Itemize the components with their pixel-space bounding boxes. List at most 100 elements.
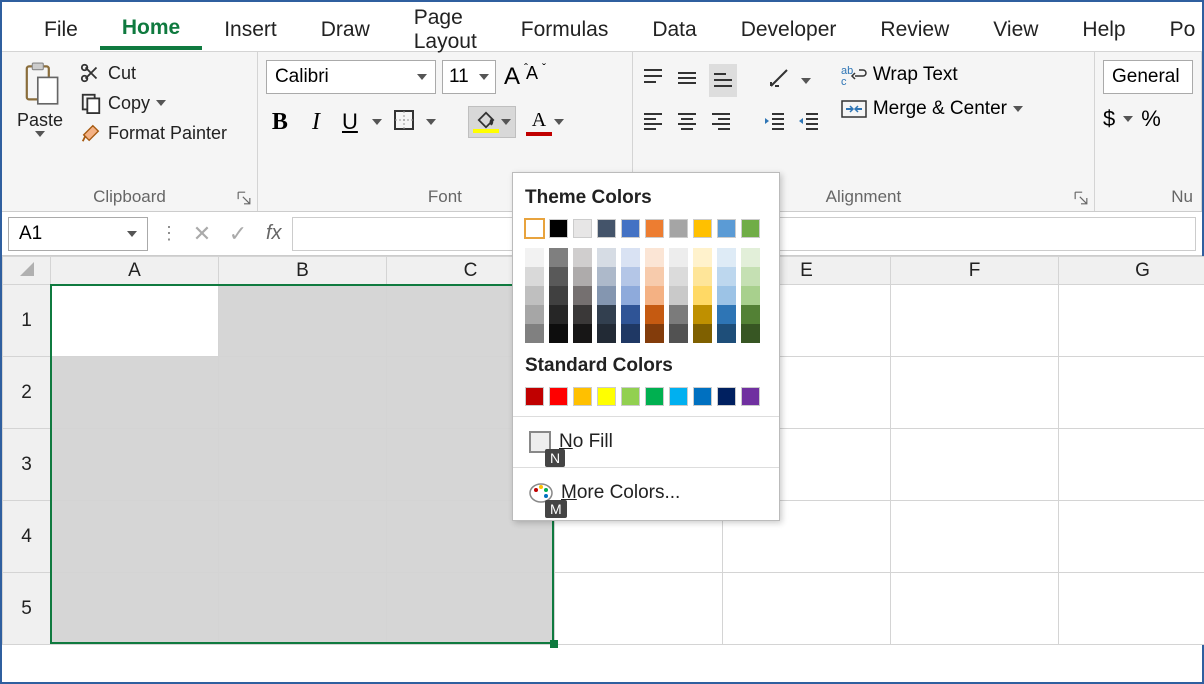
color-swatch[interactable] xyxy=(621,267,640,286)
color-swatch[interactable] xyxy=(693,219,712,238)
tab-help[interactable]: Help xyxy=(1060,12,1147,48)
color-swatch[interactable] xyxy=(669,248,688,267)
cell[interactable] xyxy=(1059,573,1204,645)
row-header[interactable]: 3 xyxy=(3,429,51,501)
tab-view[interactable]: View xyxy=(971,12,1060,48)
color-swatch[interactable] xyxy=(621,286,640,305)
color-swatch[interactable] xyxy=(597,248,616,267)
color-swatch[interactable] xyxy=(525,387,544,406)
merge-center-button[interactable]: Merge & Center xyxy=(841,98,1023,120)
cell[interactable] xyxy=(891,429,1059,501)
tab-file[interactable]: File xyxy=(22,12,100,48)
color-swatch[interactable] xyxy=(741,324,760,343)
color-swatch[interactable] xyxy=(549,248,568,267)
color-swatch[interactable] xyxy=(549,219,568,238)
cell[interactable] xyxy=(723,573,891,645)
dialog-launcher-alignment[interactable] xyxy=(1074,191,1090,207)
font-name-select[interactable]: Calibri xyxy=(266,60,436,94)
decrease-indent-button[interactable] xyxy=(763,109,787,138)
color-swatch[interactable] xyxy=(717,248,736,267)
color-swatch[interactable] xyxy=(573,286,592,305)
borders-button[interactable] xyxy=(392,108,416,137)
color-swatch[interactable] xyxy=(645,267,664,286)
cell[interactable] xyxy=(51,285,219,357)
color-swatch[interactable] xyxy=(525,248,544,267)
column-header[interactable]: G xyxy=(1059,257,1204,285)
color-swatch[interactable] xyxy=(645,219,664,238)
enter-formula-button[interactable]: ✓ xyxy=(220,221,256,247)
color-swatch[interactable] xyxy=(717,219,736,238)
color-swatch[interactable] xyxy=(525,267,544,286)
chevron-down-icon[interactable] xyxy=(372,119,382,125)
tab-review[interactable]: Review xyxy=(858,12,971,48)
bold-button[interactable]: B xyxy=(266,109,294,136)
more-colors-item[interactable]: More Colors... M xyxy=(525,472,767,514)
color-swatch[interactable] xyxy=(549,286,568,305)
align-right-button[interactable] xyxy=(709,109,733,138)
color-swatch[interactable] xyxy=(669,286,688,305)
align-center-button[interactable] xyxy=(675,109,699,138)
cell[interactable] xyxy=(891,573,1059,645)
name-box[interactable]: A1 xyxy=(8,217,148,251)
orientation-button[interactable] xyxy=(767,66,791,95)
tab-developer[interactable]: Developer xyxy=(719,12,859,48)
font-size-select[interactable]: 11 xyxy=(442,60,496,94)
cell[interactable] xyxy=(1059,285,1204,357)
cell[interactable] xyxy=(51,357,219,429)
color-swatch[interactable] xyxy=(549,267,568,286)
color-swatch[interactable] xyxy=(645,286,664,305)
column-header[interactable]: A xyxy=(51,257,219,285)
cell[interactable] xyxy=(1059,501,1204,573)
cell[interactable] xyxy=(219,357,387,429)
tab-data[interactable]: Data xyxy=(630,12,718,48)
color-swatch[interactable] xyxy=(741,305,760,324)
color-swatch[interactable] xyxy=(597,286,616,305)
color-swatch[interactable] xyxy=(573,219,592,238)
color-swatch[interactable] xyxy=(645,387,664,406)
color-swatch[interactable] xyxy=(573,267,592,286)
color-swatch[interactable] xyxy=(717,267,736,286)
color-swatch[interactable] xyxy=(525,324,544,343)
wrap-text-button[interactable]: abc Wrap Text xyxy=(841,64,1023,86)
color-swatch[interactable] xyxy=(741,248,760,267)
fill-handle[interactable] xyxy=(550,640,558,648)
color-swatch[interactable] xyxy=(597,219,616,238)
color-swatch[interactable] xyxy=(621,324,640,343)
color-swatch[interactable] xyxy=(621,248,640,267)
cell[interactable] xyxy=(891,285,1059,357)
color-swatch[interactable] xyxy=(597,305,616,324)
color-swatch[interactable] xyxy=(693,324,712,343)
cell[interactable] xyxy=(51,501,219,573)
color-swatch[interactable] xyxy=(669,305,688,324)
tab-formulas[interactable]: Formulas xyxy=(499,12,631,48)
color-swatch[interactable] xyxy=(741,286,760,305)
cell[interactable] xyxy=(51,573,219,645)
cell[interactable] xyxy=(219,573,387,645)
row-header[interactable]: 4 xyxy=(3,501,51,573)
align-left-button[interactable] xyxy=(641,109,665,138)
align-middle-button[interactable] xyxy=(675,66,699,95)
chevron-down-icon[interactable] xyxy=(1123,116,1133,122)
cell[interactable] xyxy=(387,573,555,645)
chevron-down-icon[interactable] xyxy=(426,119,436,125)
increase-font-button[interactable]: Aˆ xyxy=(502,63,522,91)
cell[interactable] xyxy=(891,357,1059,429)
color-swatch[interactable] xyxy=(573,387,592,406)
color-swatch[interactable] xyxy=(669,387,688,406)
tab-draw[interactable]: Draw xyxy=(299,12,392,48)
cut-button[interactable]: Cut xyxy=(76,60,231,86)
color-swatch[interactable] xyxy=(741,219,760,238)
align-bottom-button[interactable] xyxy=(709,64,737,97)
color-swatch[interactable] xyxy=(621,305,640,324)
color-swatch[interactable] xyxy=(549,387,568,406)
tab-overflow[interactable]: Po xyxy=(1148,12,1204,48)
copy-button[interactable]: Copy xyxy=(76,90,231,116)
paste-button[interactable]: Paste xyxy=(10,58,70,146)
color-swatch[interactable] xyxy=(525,286,544,305)
increase-indent-button[interactable] xyxy=(797,109,821,138)
italic-button[interactable]: I xyxy=(304,109,328,136)
no-fill-item[interactable]: No Fill N xyxy=(525,421,767,463)
row-header[interactable]: 1 xyxy=(3,285,51,357)
color-swatch[interactable] xyxy=(597,387,616,406)
column-header[interactable]: F xyxy=(891,257,1059,285)
